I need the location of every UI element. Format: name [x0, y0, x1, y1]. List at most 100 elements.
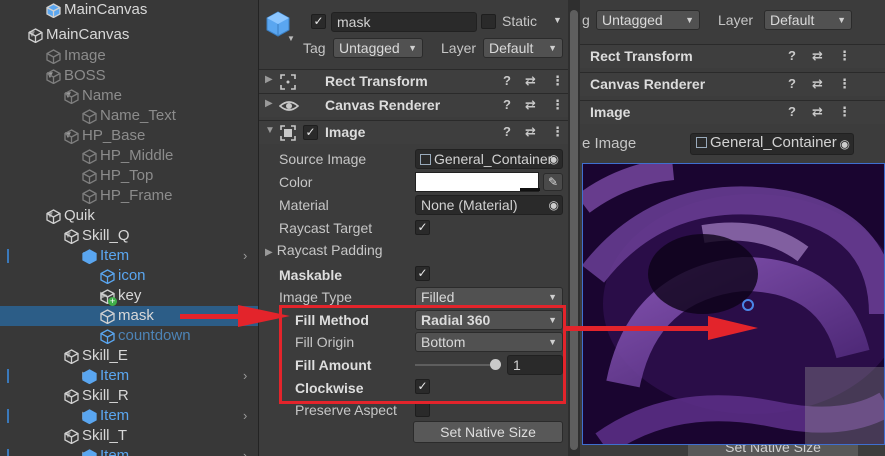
static-checkbox[interactable] — [481, 14, 496, 29]
right-object-picker-icon[interactable]: ◉ — [840, 135, 850, 153]
maskable-checkbox[interactable]: ✓ — [415, 266, 430, 281]
hierarchy-item[interactable]: HP_Top — [0, 166, 258, 186]
image-component-header[interactable]: ▼ ✓ Image ? ⇄ ⋮ — [259, 120, 571, 144]
hierarchy-item-label: Skill_Q — [82, 227, 130, 244]
open-prefab-chevron-icon[interactable]: › — [243, 366, 247, 386]
hierarchy-item[interactable]: ▼ MainCanvas — [0, 25, 258, 45]
source-image-field[interactable]: General_Container ◉ — [415, 149, 563, 169]
hierarchy-item[interactable]: icon — [0, 266, 258, 286]
hierarchy-item-label: key — [118, 287, 142, 304]
hierarchy-item[interactable]: MainCanvas — [0, 0, 258, 20]
hierarchy-item[interactable]: ▼ Skill_R — [0, 386, 258, 406]
static-dropdown-caret[interactable]: ▼ — [553, 15, 562, 25]
open-prefab-chevron-icon[interactable]: › — [243, 446, 247, 456]
canvas-renderer-header[interactable]: ▶ Canvas Renderer ? ⇄ ⋮ — [259, 93, 571, 117]
inspector-scrollbar[interactable] — [568, 0, 580, 456]
right-rect-help-icon[interactable]: ? — [788, 48, 796, 63]
right-source-image-field[interactable]: General_Container ◉ — [690, 133, 854, 155]
rect-transform-header[interactable]: ▶ Rect Transform ? ⇄ ⋮ — [259, 69, 571, 93]
right-tag-label: g — [582, 12, 590, 28]
image-enabled-checkbox[interactable]: ✓ — [303, 125, 318, 140]
right-image-help-icon[interactable]: ? — [788, 104, 796, 119]
tag-dropdown[interactable]: Untagged ▼ — [333, 38, 423, 58]
preserve-aspect-checkbox[interactable] — [415, 402, 430, 417]
right-image-header[interactable]: Image ? ⇄ ⋮ — [580, 100, 885, 124]
gameobject-cube-icon — [82, 109, 97, 125]
canvas-renderer-help-icon[interactable]: ? — [503, 97, 511, 112]
hierarchy-item[interactable]: HP_Middle — [0, 146, 258, 166]
right-rect-preset-icon[interactable]: ⇄ — [812, 48, 823, 64]
tag-value: Untagged — [339, 40, 400, 56]
color-label: Color — [279, 174, 313, 190]
image-help-icon[interactable]: ? — [503, 124, 511, 139]
canvas-renderer-preset-icon[interactable]: ⇄ — [525, 97, 536, 113]
material-field[interactable]: None (Material) ◉ — [415, 195, 563, 215]
hierarchy-item[interactable]: HP_Frame — [0, 186, 258, 206]
right-layer-dropdown[interactable]: Default ▼ — [764, 10, 852, 30]
right-tag-dropdown[interactable]: Untagged ▼ — [596, 10, 700, 30]
right-canvas-menu-icon[interactable]: ⋮ — [838, 76, 851, 92]
static-label: Static — [502, 13, 538, 29]
object-name-field[interactable]: mask — [331, 12, 477, 32]
hierarchy-item[interactable]: ▼ Skill_Q — [0, 226, 258, 246]
gameobject-cube-icon — [64, 349, 79, 365]
right-image-preset-icon[interactable]: ⇄ — [812, 104, 823, 120]
hierarchy-item[interactable]: ▼ BOSS — [0, 66, 258, 86]
source-image-label: Source Image — [279, 151, 367, 167]
color-swatch[interactable] — [415, 172, 540, 192]
open-prefab-chevron-icon[interactable]: › — [243, 246, 247, 266]
gameobject-cube-icon — [28, 28, 43, 44]
hierarchy-item[interactable]: ▼ Name — [0, 86, 258, 106]
hierarchy-item[interactable]: ▼ Quik — [0, 206, 258, 226]
hierarchy-item[interactable]: ▼ Skill_E — [0, 346, 258, 366]
material-picker-icon[interactable]: ◉ — [549, 196, 559, 214]
right-canvas-preset-icon[interactable]: ⇄ — [812, 76, 823, 92]
scene-preview — [582, 163, 885, 445]
hierarchy-item[interactable]: mask — [0, 306, 258, 326]
open-prefab-chevron-icon[interactable]: › — [243, 406, 247, 426]
hierarchy-item[interactable]: ▶Item› — [0, 366, 258, 386]
hierarchy-item-label: Item — [100, 447, 130, 456]
gameobject-cube-icon — [64, 229, 79, 245]
raycast-padding-text: Raycast Padding — [276, 242, 383, 258]
hierarchy-item[interactable]: ▶ + key — [0, 286, 258, 306]
prefab-cube-icon — [82, 369, 97, 385]
hierarchy-item[interactable]: Image — [0, 46, 258, 66]
canvas-renderer-title: Canvas Renderer — [325, 97, 441, 113]
material-value: None (Material) — [421, 197, 518, 213]
hierarchy-item-label: HP_Frame — [100, 187, 173, 204]
sprite-icon — [420, 154, 431, 165]
raycast-target-checkbox[interactable]: ✓ — [415, 220, 430, 235]
rect-transform-help-icon[interactable]: ? — [503, 73, 511, 88]
hierarchy-item[interactable]: ▼ Skill_T — [0, 426, 258, 446]
canvas-renderer-menu-icon[interactable]: ⋮ — [551, 97, 564, 113]
hierarchy-item[interactable]: ▶Item› — [0, 446, 258, 456]
right-canvas-help-icon[interactable]: ? — [788, 76, 796, 91]
prefab-override-marker — [7, 409, 9, 423]
eyedropper-icon[interactable]: ✎ — [543, 173, 563, 191]
hierarchy-item[interactable]: ▶Item› — [0, 406, 258, 426]
right-canvas-renderer-header[interactable]: Canvas Renderer ? ⇄ ⋮ — [580, 72, 885, 96]
right-rect-transform-title: Rect Transform — [590, 48, 693, 64]
layer-dropdown[interactable]: Default ▼ — [483, 38, 563, 58]
image-type-dropdown[interactable]: Filled ▼ — [415, 287, 563, 307]
gameobject-cube-icon — [64, 89, 79, 105]
right-rect-transform-header[interactable]: Rect Transform ? ⇄ ⋮ — [580, 44, 885, 68]
hierarchy-item[interactable]: countdown — [0, 326, 258, 346]
image-preset-icon[interactable]: ⇄ — [525, 124, 536, 140]
right-rect-menu-icon[interactable]: ⋮ — [838, 48, 851, 64]
gameobject-cube-icon — [46, 69, 61, 85]
rect-transform-preset-icon[interactable]: ⇄ — [525, 73, 536, 89]
rect-transform-menu-icon[interactable]: ⋮ — [551, 73, 564, 89]
hierarchy-item[interactable]: Name_Text — [0, 106, 258, 126]
object-picker-icon[interactable]: ◉ — [549, 150, 559, 168]
hierarchy-item[interactable]: ▼Item› — [0, 246, 258, 266]
gameobject-cube-icon — [64, 129, 79, 145]
hierarchy-item[interactable]: ▼ HP_Base — [0, 126, 258, 146]
image-menu-icon[interactable]: ⋮ — [551, 124, 564, 140]
active-checkbox[interactable]: ✓ — [311, 14, 326, 29]
raycast-padding-label[interactable]: ▶ Raycast Padding — [265, 242, 383, 258]
highlight-box — [279, 305, 566, 404]
set-native-size-button[interactable]: Set Native Size — [413, 421, 563, 443]
right-image-menu-icon[interactable]: ⋮ — [838, 104, 851, 120]
